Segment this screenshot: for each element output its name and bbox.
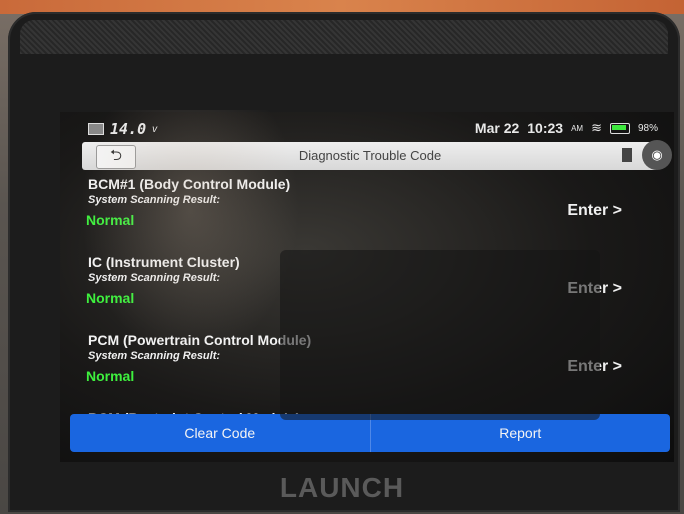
voltage-unit: v [152, 123, 158, 135]
screenshot-button[interactable]: ◉ [642, 140, 672, 170]
enter-button[interactable]: Enter > [567, 280, 622, 298]
bezel-texture [20, 20, 668, 54]
enter-button[interactable]: Enter > [567, 358, 622, 376]
page-title: Diagnostic Trouble Code [298, 148, 442, 163]
clear-code-button[interactable]: Clear Code [70, 414, 370, 452]
module-name: IC (Instrument Cluster) [88, 254, 240, 270]
status-left: 14.0 v [88, 120, 157, 138]
camera-icon: ◉ [651, 147, 663, 162]
module-status: Normal [86, 212, 135, 228]
module-list: BCM#1 (Body Control Module) System Scann… [82, 176, 642, 430]
list-item[interactable]: IC (Instrument Cluster) System Scanning … [82, 254, 642, 332]
enter-button[interactable]: Enter > [567, 202, 622, 220]
wifi-icon: ≋ [591, 120, 602, 135]
vehicle-battery-icon [88, 123, 104, 135]
report-button[interactable]: Report [369, 414, 670, 452]
status-bar: 14.0 v Mar 22 10:23 AM ≋ 98% [88, 120, 658, 140]
status-ampm: AM [571, 123, 584, 133]
module-subtitle: System Scanning Result: [88, 350, 221, 362]
module-subtitle: System Scanning Result: [88, 194, 221, 206]
module-status: Normal [86, 290, 135, 306]
module-name: BCM#1 (Body Control Module) [88, 176, 291, 192]
bookmark-icon[interactable] [622, 148, 632, 162]
status-time: 10:23 [527, 120, 564, 136]
battery-icon [609, 122, 630, 134]
brand-logo: LAUNCH [279, 472, 405, 503]
status-right: Mar 22 10:23 AM ≋ 98% [475, 120, 658, 136]
voltage-value: 14.0 [110, 120, 147, 138]
module-name: PCM (Powertrain Control Module) [88, 332, 312, 348]
module-subtitle: System Scanning Result: [88, 272, 221, 284]
bottom-action-bar: Clear Code Report [70, 414, 670, 452]
status-date: Mar 22 [474, 120, 520, 136]
battery-percent: 98% [637, 122, 658, 134]
device-screen: 14.0 v Mar 22 10:23 AM ≋ 98% ⮌ Diagnosti… [60, 112, 674, 462]
list-item[interactable]: PCM (Powertrain Control Module) System S… [82, 332, 642, 410]
list-item[interactable]: BCM#1 (Body Control Module) System Scann… [82, 176, 642, 254]
module-status: Normal [86, 368, 135, 384]
title-bar: ⮌ Diagnostic Trouble Code ◉ [82, 140, 672, 170]
